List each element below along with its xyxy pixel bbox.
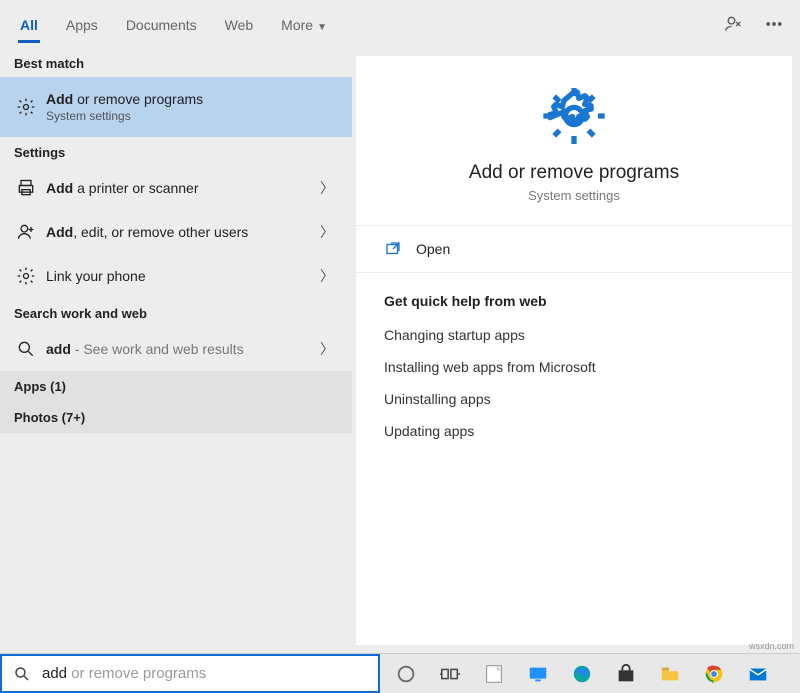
quick-link-uninstall[interactable]: Uninstalling apps — [356, 383, 792, 415]
watermark: wsxdn.com — [749, 641, 794, 651]
chevron-down-icon: ▼ — [317, 22, 327, 33]
search-filter-tabs: All Apps Documents Web More▼ — [0, 0, 800, 48]
cortana-icon[interactable] — [386, 654, 426, 693]
open-action[interactable]: Open — [356, 226, 792, 272]
app-icon-edge[interactable] — [562, 654, 602, 693]
person-icon — [12, 222, 40, 242]
feedback-icon[interactable] — [714, 4, 754, 44]
tab-more[interactable]: More▼ — [267, 5, 341, 43]
taskbar: add or remove programs — [0, 653, 800, 693]
quick-link-startup[interactable]: Changing startup apps — [356, 319, 792, 351]
app-icon-chrome[interactable] — [694, 654, 734, 693]
task-view-icon[interactable] — [430, 654, 470, 693]
result-link-phone[interactable]: Link your phone 〉 — [0, 254, 352, 298]
app-icon-mail[interactable] — [738, 654, 778, 693]
section-search-web: Search work and web — [0, 298, 352, 327]
chevron-right-icon: 〉 — [320, 339, 340, 359]
result-add-printer[interactable]: Add a printer or scanner 〉 — [0, 166, 352, 210]
tab-web[interactable]: Web — [211, 5, 268, 43]
chevron-right-icon: 〉 — [320, 178, 340, 198]
chevron-right-icon: 〉 — [320, 266, 340, 286]
result-label: Link your phone — [40, 268, 320, 284]
more-options-icon[interactable] — [754, 4, 794, 44]
section-best-match: Best match — [0, 48, 352, 77]
tab-apps[interactable]: Apps — [52, 5, 112, 43]
detail-subtitle: System settings — [528, 188, 620, 203]
result-label: add - See work and web results — [40, 341, 320, 357]
search-results-column: Best match Add or remove programs System… — [0, 48, 352, 653]
app-icon-store[interactable] — [606, 654, 646, 693]
chevron-right-icon: 〉 — [320, 222, 340, 242]
search-icon — [2, 665, 42, 683]
quick-link-updating[interactable]: Updating apps — [356, 415, 792, 447]
result-detail-pane: Add or remove programs System settings O… — [352, 48, 800, 653]
result-web-search[interactable]: add - See work and web results 〉 — [0, 327, 352, 371]
gear-icon — [12, 97, 40, 117]
quick-help-header: Get quick help from web — [356, 273, 792, 319]
gear-icon — [12, 266, 40, 286]
app-icon-explorer[interactable] — [650, 654, 690, 693]
quick-link-webapps[interactable]: Installing web apps from Microsoft — [356, 351, 792, 383]
result-add-users[interactable]: Add, edit, or remove other users 〉 — [0, 210, 352, 254]
search-text: add or remove programs — [42, 665, 206, 682]
open-icon — [384, 240, 402, 258]
result-label: Add, edit, or remove other users — [40, 224, 320, 240]
result-label: Add or remove programs System settings — [40, 91, 340, 123]
tab-documents[interactable]: Documents — [112, 5, 211, 43]
app-icon-monitor[interactable] — [518, 654, 558, 693]
detail-title: Add or remove programs — [469, 162, 679, 184]
tab-all[interactable]: All — [6, 5, 52, 43]
category-photos[interactable]: Photos (7+) — [0, 402, 352, 433]
category-apps[interactable]: Apps (1) — [0, 371, 352, 402]
section-settings: Settings — [0, 137, 352, 166]
taskbar-search-box[interactable]: add or remove programs — [0, 654, 380, 693]
printer-icon — [12, 178, 40, 198]
gear-icon — [542, 84, 606, 148]
open-label: Open — [416, 241, 450, 257]
result-label: Add a printer or scanner — [40, 180, 320, 196]
app-icon-libreoffice[interactable] — [474, 654, 514, 693]
result-add-remove-programs[interactable]: Add or remove programs System settings — [0, 77, 352, 137]
search-icon — [12, 339, 40, 359]
